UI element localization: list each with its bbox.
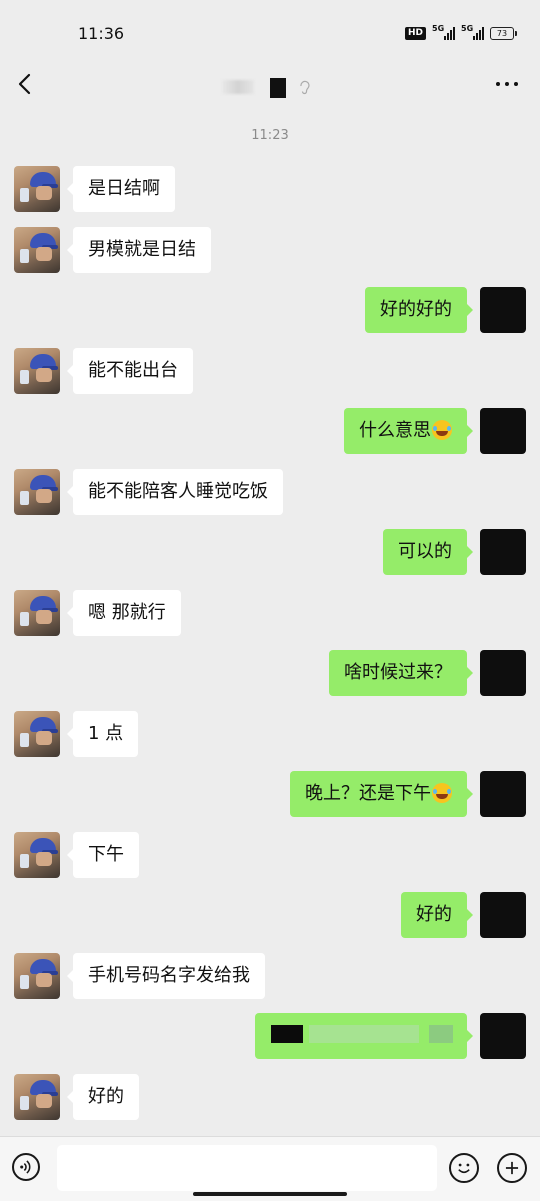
incoming-message: 男模就是日结 [0,227,540,273]
incoming-message: 手机号码名字发给我 [0,953,540,999]
message-bubble[interactable]: 什么意思 [344,408,473,454]
message-text: 啥时候过来？ [344,662,452,683]
blurred-name [222,80,254,94]
message-input[interactable] [57,1145,437,1191]
message-bubble[interactable]: 可以的 [383,529,473,575]
my-avatar[interactable] [480,892,526,938]
more-icon[interactable] [496,82,518,86]
my-avatar[interactable] [480,771,526,817]
outgoing-message: 晚上？还是下午 [0,771,540,817]
contact-avatar[interactable] [14,953,60,999]
outgoing-message: 好的 [0,892,540,938]
home-indicator[interactable] [193,1192,347,1196]
chat-timestamp: 11:23 [251,128,289,143]
my-avatar[interactable] [480,650,526,696]
message-text: 好的 [88,1086,124,1107]
status-time: 11:36 [78,24,125,43]
message-bubble[interactable]: 啥时候过来？ [329,650,473,696]
contact-name[interactable] [222,76,322,100]
message-bubble[interactable]: 好的 [67,1074,139,1120]
outgoing-message: 好的好的 [0,287,540,333]
joy-emoji-icon [432,420,452,440]
my-avatar[interactable] [480,529,526,575]
nav-bar [0,64,540,104]
message-text: 好的好的 [380,299,452,320]
message-bubble[interactable]: 晚上？还是下午 [290,771,473,817]
contact-avatar[interactable] [14,348,60,394]
message-text: 能不能陪客人睡觉吃饭 [88,481,268,502]
message-text: 好的 [416,904,452,925]
message-bubble[interactable]: 能不能陪客人睡觉吃饭 [67,469,283,515]
plus-icon[interactable] [497,1153,527,1183]
contact-avatar[interactable] [14,832,60,878]
message-bubble[interactable]: 男模就是日结 [67,227,211,273]
battery-icon: 73 [490,26,517,40]
message-bubble[interactable]: 下午 [67,832,139,878]
message-bubble[interactable]: 手机号码名字发给我 [67,953,265,999]
contact-avatar[interactable] [14,166,60,212]
message-text: 下午 [88,844,124,865]
outgoing-message: 啥时候过来？ [0,650,540,696]
contact-avatar[interactable] [14,227,60,273]
message-bubble[interactable]: 好的 [401,892,473,938]
blurred-name [270,78,286,98]
message-bubble[interactable]: 能不能出台 [67,348,193,394]
incoming-message: 是日结啊 [0,166,540,212]
signal-icon: 5G [461,24,484,40]
incoming-message: 1 点 [0,711,540,757]
message-text: 手机号码名字发给我 [88,965,250,986]
signal-icon: 5G [432,24,455,40]
my-avatar[interactable] [480,1013,526,1059]
incoming-message: 嗯 那就行 [0,590,540,636]
incoming-message: 能不能陪客人睡觉吃饭 [0,469,540,515]
my-avatar[interactable] [480,408,526,454]
voice-icon[interactable] [12,1153,40,1181]
message-bubble[interactable]: 好的好的 [365,287,473,333]
message-text: 是日结啊 [88,178,160,199]
my-avatar[interactable] [480,287,526,333]
status-icons: HD 5G 5G 73 [404,24,517,40]
status-bar: 11:36 HD 5G 5G 73 [0,0,540,64]
outgoing-message: 什么意思 [0,408,540,454]
message-bubble[interactable]: 1 点 [66,711,139,757]
message-text: 1 点 [88,723,124,744]
message-text: 可以的 [398,541,452,562]
message-text: 什么意思 [359,420,431,441]
emoji-icon[interactable] [449,1153,479,1183]
message-text: 能不能出台 [88,360,178,381]
message-bubble[interactable]: 是日结啊 [67,166,175,212]
incoming-message: 能不能出台 [0,348,540,394]
pixelated-phone-message[interactable] [255,1013,473,1059]
back-icon[interactable] [14,70,38,98]
contact-avatar[interactable] [14,590,60,636]
message-text: 嗯 那就行 [88,602,166,623]
outgoing-message [0,1013,540,1059]
message-text: 晚上？还是下午 [305,783,431,804]
incoming-message: 好的 [0,1074,540,1120]
contact-avatar[interactable] [14,1074,60,1120]
contact-avatar[interactable] [14,469,60,515]
message-bubble[interactable]: 嗯 那就行 [67,590,181,636]
hd-icon: HD [404,26,426,40]
ear-icon [300,80,310,95]
message-text: 男模就是日结 [88,239,196,260]
contact-avatar[interactable] [14,711,60,757]
incoming-message: 下午 [0,832,540,878]
joy-emoji-icon [432,783,452,803]
outgoing-message: 可以的 [0,529,540,575]
